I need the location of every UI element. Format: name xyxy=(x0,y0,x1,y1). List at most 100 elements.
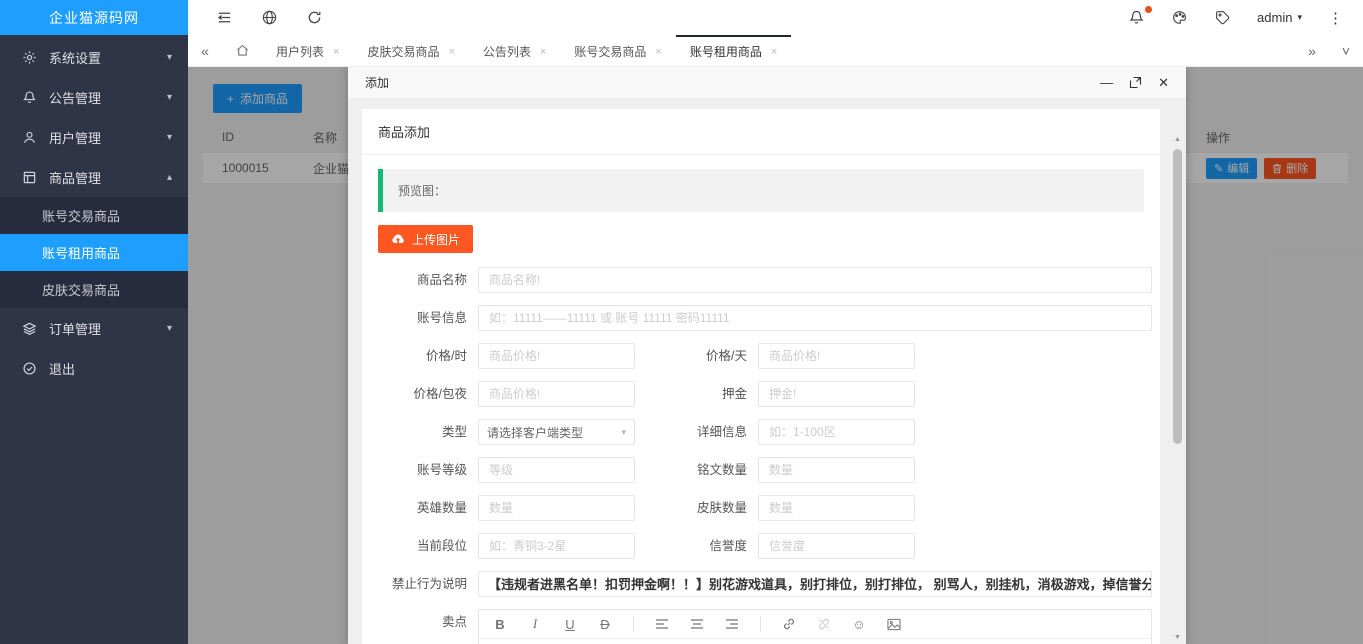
field-label: 铭文数量 xyxy=(635,457,758,483)
unlink-icon[interactable] xyxy=(817,617,831,631)
field-label: 价格/包夜 xyxy=(362,381,478,407)
align-left-icon[interactable] xyxy=(655,618,669,630)
sidebar-item-system-settings[interactable]: 系统设置 ▾ xyxy=(0,37,188,77)
tab-account-trade[interactable]: 账号交易商品 × xyxy=(560,35,675,66)
close-icon[interactable]: × xyxy=(771,46,777,58)
app-logo: 企业猫源码网 xyxy=(0,0,188,35)
form-row: 价格/包夜 押金 xyxy=(362,381,1160,407)
sidebar-item-label: 订单管理 xyxy=(49,319,101,338)
toolbar-divider xyxy=(633,617,634,631)
scroll-down-icon[interactable]: ▼ xyxy=(1172,634,1183,641)
goods-icon xyxy=(22,170,37,185)
tag-icon[interactable] xyxy=(1214,9,1231,26)
selling-point-editor[interactable]: B I U Ð ☺ xyxy=(478,609,1152,644)
align-center-icon[interactable] xyxy=(690,618,704,630)
field-label: 押金 xyxy=(635,381,758,407)
inscription-count-input[interactable] xyxy=(758,457,915,483)
tab-options-icon[interactable]: ˅ xyxy=(1329,35,1363,66)
product-add-card: 商品添加 预览图： 上传图片 商品名称 账号信息 价格/时 xyxy=(362,109,1160,644)
modal-scrollbar[interactable]: ▲ ▼ xyxy=(1172,136,1183,641)
close-icon[interactable]: × xyxy=(655,46,661,58)
sidebar-item-announcements[interactable]: 公告管理 ▾ xyxy=(0,77,188,117)
preview-label: 预览图： xyxy=(398,184,446,198)
product-name-input[interactable] xyxy=(478,267,1152,293)
more-options-icon[interactable]: ⋮ xyxy=(1328,9,1343,27)
price-night-input[interactable] xyxy=(478,381,635,407)
field-label: 价格/时 xyxy=(362,343,478,369)
toolbar-divider xyxy=(760,617,761,631)
italic-icon[interactable]: I xyxy=(528,616,542,632)
notifications-bell[interactable] xyxy=(1128,9,1145,26)
chevron-down-icon: ▾ xyxy=(1297,12,1302,23)
modal-title: 添加 xyxy=(365,74,389,91)
refresh-icon[interactable] xyxy=(306,9,323,26)
sidebar-item-products[interactable]: 商品管理 ▴ xyxy=(0,157,188,197)
strikethrough-icon[interactable]: Ð xyxy=(598,617,612,632)
home-icon xyxy=(235,43,250,58)
sidebar-item-orders[interactable]: 订单管理 ▾ xyxy=(0,308,188,348)
detail-info-input[interactable] xyxy=(758,419,915,445)
image-icon[interactable] xyxy=(887,618,901,631)
minimize-icon[interactable]: — xyxy=(1100,76,1113,89)
upload-image-button[interactable]: 上传图片 xyxy=(378,225,473,253)
sidebar-subitem-account-trade[interactable]: 账号交易商品 xyxy=(0,197,188,234)
close-icon[interactable]: ✕ xyxy=(1158,76,1169,89)
home-tab[interactable] xyxy=(222,35,262,66)
link-icon[interactable] xyxy=(782,617,796,631)
scroll-tabs-left-icon[interactable]: « xyxy=(188,35,222,66)
chevron-down-icon: ▾ xyxy=(167,132,172,143)
chevron-up-icon: ▴ xyxy=(167,172,172,183)
sidebar-item-label: 账号租用商品 xyxy=(42,243,120,262)
editor-toolbar: B I U Ð ☺ xyxy=(479,610,1151,639)
close-icon[interactable]: × xyxy=(448,46,454,58)
close-icon[interactable]: × xyxy=(333,46,339,58)
scroll-tabs-right-icon[interactable]: » xyxy=(1295,35,1329,66)
deposit-input[interactable] xyxy=(758,381,915,407)
skin-count-input[interactable] xyxy=(758,495,915,521)
scrollbar-thumb[interactable] xyxy=(1173,149,1182,444)
align-right-icon[interactable] xyxy=(725,618,739,630)
globe-icon[interactable] xyxy=(261,9,278,26)
maximize-icon[interactable] xyxy=(1129,76,1142,89)
field-label: 卖点 xyxy=(362,609,478,635)
tab-account-rent[interactable]: 账号租用商品 × xyxy=(676,35,791,66)
client-type-select[interactable]: 请选择客户端类型 ▾ xyxy=(478,419,635,445)
chevron-down-icon: ▾ xyxy=(621,427,626,438)
theme-palette-icon[interactable] xyxy=(1171,9,1188,26)
sidebar-item-label: 公告管理 xyxy=(49,88,101,107)
hero-count-input[interactable] xyxy=(478,495,635,521)
current-rank-input[interactable] xyxy=(478,533,635,559)
scroll-up-icon[interactable]: ▲ xyxy=(1172,136,1183,143)
sidebar-subitem-account-rent[interactable]: 账号租用商品 xyxy=(0,234,188,271)
field-label: 禁止行为说明 xyxy=(362,571,478,597)
chevron-down-icon: ▾ xyxy=(167,92,172,103)
tab-announcement-list[interactable]: 公告列表 × xyxy=(469,35,560,66)
bold-icon[interactable]: B xyxy=(493,617,507,632)
price-day-input[interactable] xyxy=(758,343,915,369)
emoji-icon[interactable]: ☺ xyxy=(852,617,866,632)
account-level-input[interactable] xyxy=(478,457,635,483)
underline-icon[interactable]: U xyxy=(563,617,577,632)
sidebar-item-label: 皮肤交易商品 xyxy=(42,280,120,299)
tab-skin-trade[interactable]: 皮肤交易商品 × xyxy=(353,35,468,66)
username: admin xyxy=(1257,10,1292,25)
sidebar-item-logout[interactable]: 退出 xyxy=(0,348,188,388)
credit-input[interactable] xyxy=(758,533,915,559)
collapse-sidebar-icon[interactable] xyxy=(216,9,233,26)
tabbar-right-controls: » ˅ xyxy=(1295,35,1363,66)
editor-content-area[interactable] xyxy=(479,639,1151,644)
close-icon[interactable]: × xyxy=(540,46,546,58)
sidebar: 企业猫源码网 系统设置 ▾ 公告管理 ▾ 用户管理 ▾ 商品管理 ▴ 账号交易商… xyxy=(0,0,188,644)
sidebar-subitem-skin-trade[interactable]: 皮肤交易商品 xyxy=(0,271,188,308)
sidebar-item-users[interactable]: 用户管理 ▾ xyxy=(0,117,188,157)
modal-window-controls: — ✕ xyxy=(1100,76,1169,89)
form-row: 账号信息 xyxy=(362,305,1160,331)
account-info-input[interactable] xyxy=(478,305,1152,331)
forbidden-behavior-input[interactable]: 【违规者进黑名单！扣罚押金啊！！】别花游戏道具，别打排位，别打排位， 别骂人，别… xyxy=(478,571,1152,597)
price-hour-input[interactable] xyxy=(478,343,635,369)
form-row: 账号等级 铭文数量 xyxy=(362,457,1160,483)
field-label: 账号等级 xyxy=(362,457,478,483)
user-menu[interactable]: admin ▾ xyxy=(1257,10,1302,25)
chevron-down-icon: ▾ xyxy=(167,52,172,63)
tab-user-list[interactable]: 用户列表 × xyxy=(262,35,353,66)
